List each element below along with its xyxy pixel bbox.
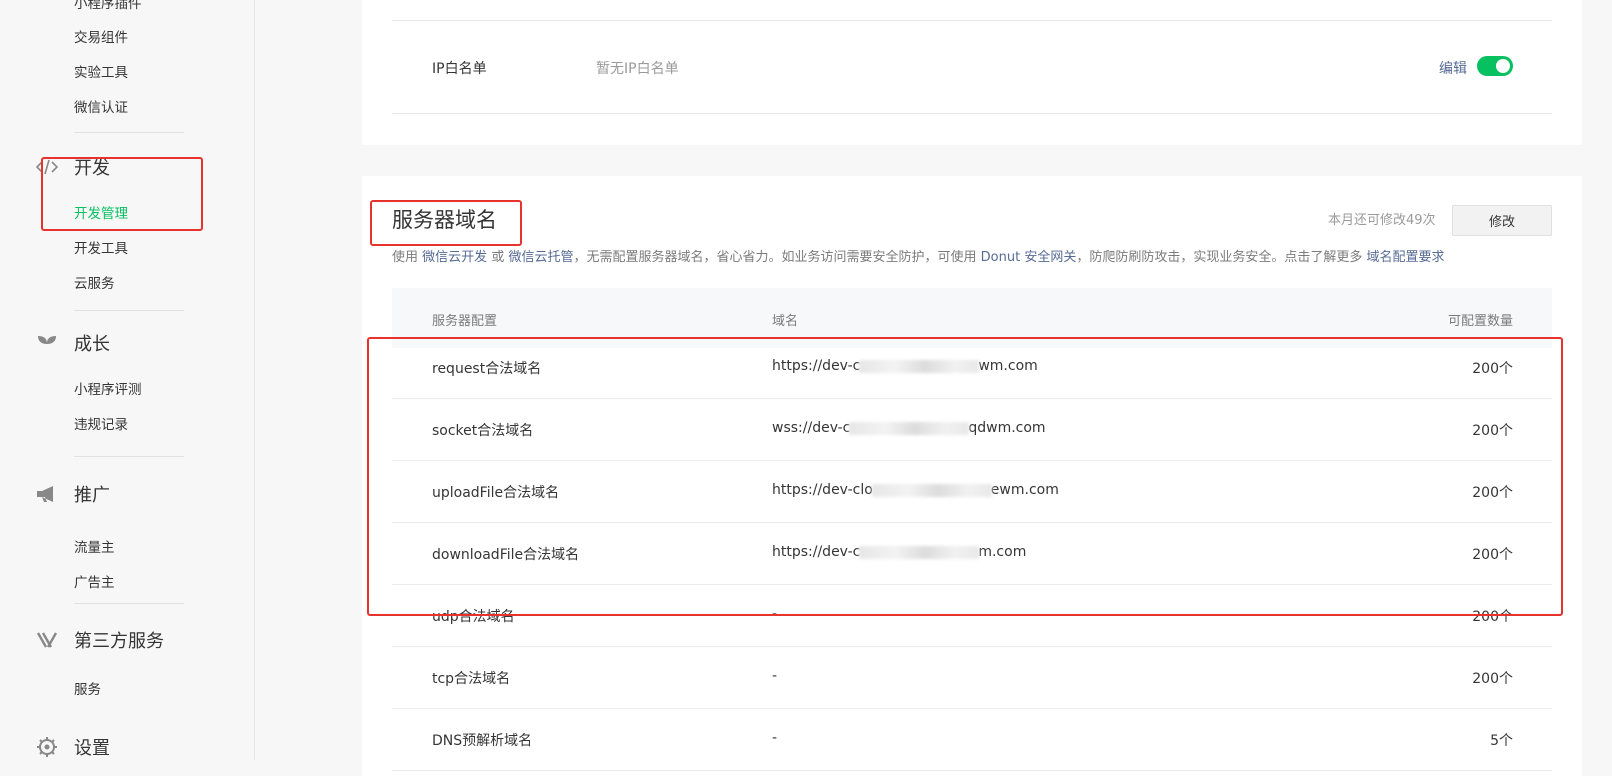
sidebar-group-title: 第三方服务 [74,631,164,652]
redacted-blur [849,421,970,435]
sidebar-group-settings[interactable]: 设置 [36,734,110,760]
modify-button[interactable]: 修改 [1452,205,1552,236]
sidebar-item-services[interactable]: 服务 [74,678,101,698]
sidebar: 小程序插件 交易组件 实验工具 微信认证 开发 开发管理 开发工具 云服务 成长… [0,0,255,760]
config-count: 200个 [1472,609,1513,625]
divider [392,20,1552,21]
column-header-config: 服务器配置 [432,314,498,329]
table-row: uploadFile合法域名 https://dev-clo ewm.com 20… [392,461,1552,523]
ip-whitelist-toggle[interactable] [1477,56,1513,76]
sidebar-group-promotion[interactable]: 推广 [36,481,110,507]
donut-security-gateway-link[interactable]: Donut 安全网关 [981,250,1077,265]
config-count: 200个 [1472,485,1513,501]
sidebar-group-title: 成长 [74,334,110,355]
domain-value: https://dev-c m.com [772,544,1027,560]
domain-value: https://dev-c wm.com [772,358,1038,374]
sidebar-item-experiment-tools[interactable]: 实验工具 [74,61,128,81]
config-count: 200个 [1472,547,1513,563]
table-row: socket合法域名 wss://dev-c qdwm.com 200个 [392,399,1552,461]
sidebar-group-growth[interactable]: 成长 [36,330,110,356]
desc-text: ，无需配置服务器域名，省心省力。如业务访问需要安全防护，可使用 [573,250,977,265]
toggle-knob [1496,59,1510,73]
redacted-blur [859,359,980,373]
config-count: 200个 [1472,671,1513,687]
sidebar-group-title: 开发 [74,158,110,179]
sidebar-divider [74,310,184,311]
divider [392,113,1552,114]
ip-whitelist-value: 暂无IP白名单 [596,61,679,77]
sidebar-divider [74,132,184,133]
wechat-cloud-dev-link[interactable]: 微信云开发 [422,250,487,265]
domain-requirements-link[interactable]: 域名配置要求 [1366,250,1444,265]
domain-value: wss://dev-c qdwm.com [772,420,1046,436]
sprout-icon [36,332,58,354]
table-row: downloadFile合法域名 https://dev-c m.com 200个 [392,523,1552,585]
domain-value: - [772,668,778,684]
redacted-blur [859,545,980,559]
config-name: udp合法域名 [432,609,515,625]
config-name: tcp合法域名 [432,671,511,687]
sidebar-group-title: 设置 [74,738,110,759]
modify-quota-text: 本月还可修改49次 [1328,213,1436,228]
sidebar-group-title: 推广 [74,485,110,506]
sidebar-item-traffic-owner[interactable]: 流量主 [74,536,115,556]
sidebar-item-evaluation[interactable]: 小程序评测 [74,378,142,398]
config-name: downloadFile合法域名 [432,547,580,563]
table-row: DNS预解析域名 - 5个 [392,709,1552,771]
domain-value: - [772,606,778,622]
table-row: udp合法域名 - 200个 [392,585,1552,647]
desc-text: 或 [491,250,505,265]
gear-icon [36,736,58,758]
desc-text: 使用 [392,250,419,265]
sidebar-item-plugin[interactable]: 小程序插件 [74,0,142,12]
sidebar-item-advertiser[interactable]: 广告主 [74,571,115,591]
config-name: uploadFile合法域名 [432,485,560,501]
server-domain-card: 服务器域名 本月还可修改49次 修改 使用 微信云开发 或 微信云托管，无需配置… [362,176,1582,776]
config-count: 200个 [1472,361,1513,377]
server-domain-title: 服务器域名 [392,208,497,232]
code-icon [36,156,58,178]
config-name: socket合法域名 [432,423,534,439]
config-count: 5个 [1490,733,1513,749]
third-party-icon [36,629,58,651]
redacted-blur [871,483,992,497]
server-domain-description: 使用 微信云开发 或 微信云托管，无需配置服务器域名，省心省力。如业务访问需要安… [392,246,1445,265]
sidebar-item-dev-management[interactable]: 开发管理 [74,202,128,222]
megaphone-icon [36,483,58,505]
table-row: tcp合法域名 - 200个 [392,647,1552,709]
desc-text: ，防爬防刷防攻击，实现业务安全。点击了解更多 [1076,250,1363,265]
ip-whitelist-edit-link[interactable]: 编辑 [1439,58,1467,78]
ip-whitelist-card: IP白名单 暂无IP白名单 编辑 [362,0,1582,145]
sidebar-item-wechat-certification[interactable]: 微信认证 [74,96,128,116]
sidebar-item-cloud-service[interactable]: 云服务 [74,272,115,292]
domain-value: https://dev-clo ewm.com [772,482,1059,498]
config-count: 200个 [1472,423,1513,439]
sidebar-group-develop[interactable]: 开发 [36,154,110,180]
wechat-cloud-hosting-link[interactable]: 微信云托管 [508,250,573,265]
sidebar-group-third-party[interactable]: 第三方服务 [36,627,164,653]
sidebar-divider [74,603,184,604]
column-header-domain: 域名 [772,314,799,329]
ip-whitelist-label: IP白名单 [432,61,487,77]
config-name: request合法域名 [432,361,542,377]
sidebar-item-dev-tools[interactable]: 开发工具 [74,237,128,257]
config-name: DNS预解析域名 [432,733,533,749]
domain-value: - [772,730,778,746]
sidebar-divider [74,456,184,457]
table-row: request合法域名 https://dev-c wm.com 200个 [392,337,1552,399]
sidebar-item-violation-records[interactable]: 违规记录 [74,413,128,433]
sidebar-item-trade-component[interactable]: 交易组件 [74,26,128,46]
column-header-count: 可配置数量 [1447,314,1513,329]
